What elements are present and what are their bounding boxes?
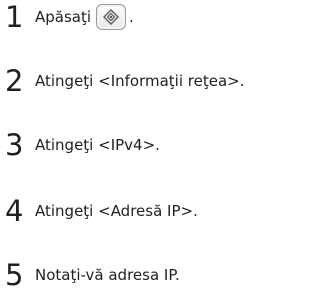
step-text-label: Apăsaţi [35, 8, 92, 26]
step-text-suffix: . [129, 8, 134, 26]
step-3: 3 Atingeţi <IPv4>. [5, 130, 160, 160]
step-4: 4 Atingeţi <Adresă IP>. [5, 196, 198, 226]
step-text: Atingeţi <IPv4>. [35, 136, 160, 154]
step-number: 3 [5, 128, 24, 162]
step-number: 4 [5, 194, 24, 228]
step-text: Atingeţi <Informaţii reţea>. [35, 72, 245, 90]
step-number: 1 [5, 0, 24, 34]
step-1: 1 Apăsaţi . [5, 2, 134, 32]
step-text: Atingeţi <Adresă IP>. [35, 202, 198, 220]
home-diamond-icon [103, 9, 120, 25]
instruction-steps: 1 Apăsaţi . 2 Atingeţi <Informaţii reţea… [0, 0, 320, 305]
step-number: 2 [5, 64, 24, 98]
step-text: Notaţi-vă adresa IP. [35, 266, 180, 284]
step-text: Apăsaţi . [35, 2, 134, 32]
step-2: 2 Atingeţi <Informaţii reţea>. [5, 66, 244, 96]
step-5: 5 Notaţi-vă adresa IP. [5, 260, 180, 290]
step-number: 5 [5, 258, 24, 292]
home-button-icon [96, 4, 127, 30]
